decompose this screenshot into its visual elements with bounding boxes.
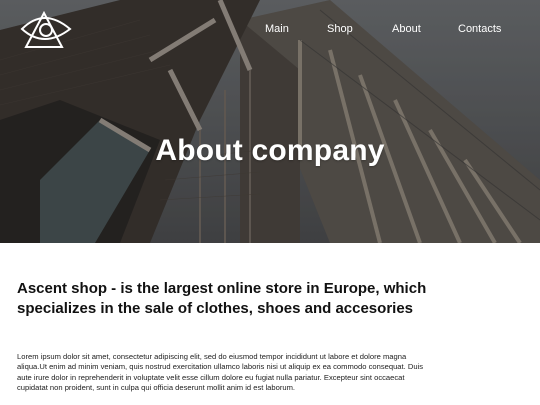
nav-link-contacts[interactable]: Contacts xyxy=(458,22,501,36)
company-description: Lorem ipsum dolor sit amet, consectetur … xyxy=(17,352,424,392)
nav-link-shop[interactable]: Shop xyxy=(327,22,353,36)
nav-link-about[interactable]: About xyxy=(392,22,421,36)
about-content: Ascent shop - is the largest online stor… xyxy=(0,279,540,393)
page-title: About company xyxy=(155,134,385,167)
hero-banner: Main Shop About Contacts About company xyxy=(0,0,540,243)
main-navigation: Main Shop About Contacts xyxy=(0,22,540,38)
company-headline: Ascent shop - is the largest online stor… xyxy=(17,280,427,317)
nav-link-main[interactable]: Main xyxy=(265,22,289,36)
